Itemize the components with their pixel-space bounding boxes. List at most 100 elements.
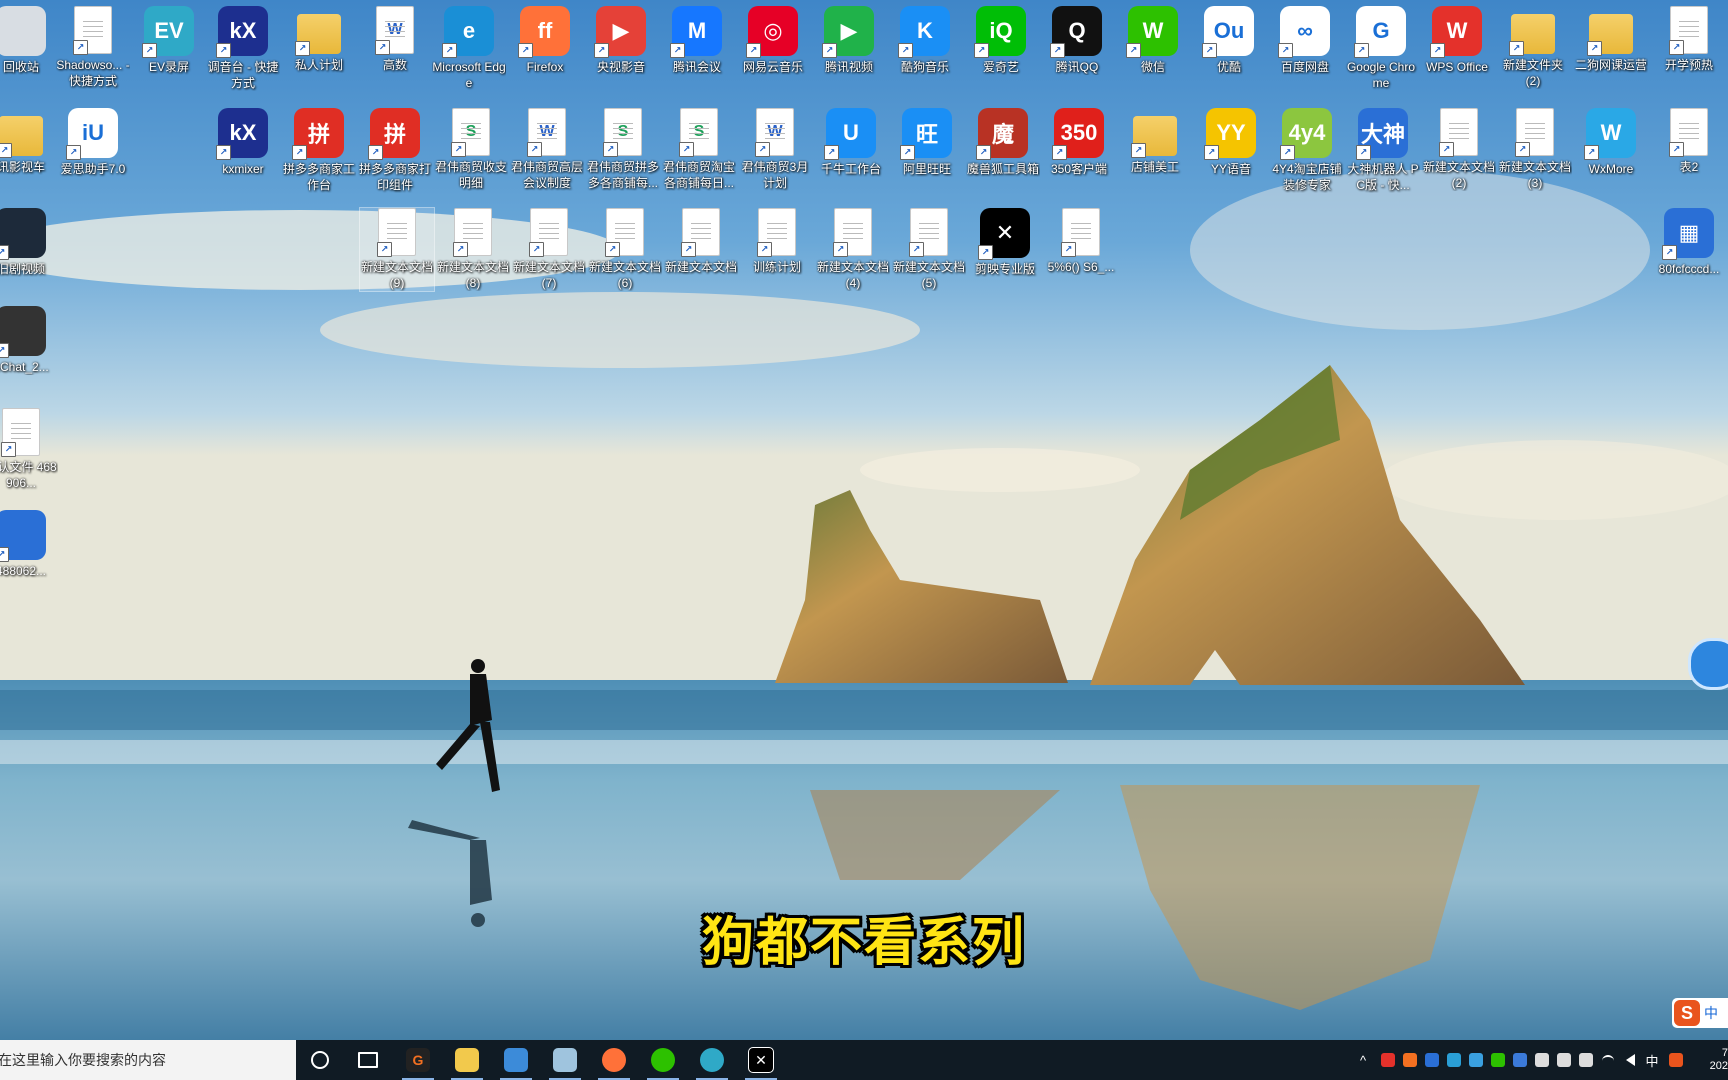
volume-icon[interactable] [1620,1040,1640,1080]
firefox-icon[interactable] [592,1040,636,1080]
qq-tray-icon-3[interactable] [1576,1040,1596,1080]
desktop-icon[interactable]: ↗ 新建文件夹 (2) [1496,6,1570,89]
g-app-icon[interactable]: G [396,1040,440,1080]
wechat-icon[interactable] [641,1040,685,1080]
desktop-icon[interactable]: 拼 ↗ 拼多多商家工作台 [282,108,356,193]
shortcut-arrow-icon: ↗ [1061,242,1076,257]
desktop-icon[interactable]: W ↗ 微信 [1116,6,1190,75]
desktop-icon[interactable]: ▦ ↗ 80fcfcccd... [1652,208,1726,277]
desktop-icon[interactable]: ↗ 旧剧视频 [0,208,58,277]
g-tray-icon[interactable] [1400,1040,1420,1080]
app-tray-icon-2[interactable] [1444,1040,1464,1080]
desktop-icon[interactable]: 4y4 ↗ 4Y4淘宝店铺装修专家 [1270,108,1344,193]
shortcut-arrow-icon: ↗ [833,242,848,257]
desktop-icon[interactable]: ↗ Shadowso... - 快捷方式 [56,6,130,89]
desktop-icon[interactable]: ↗ 488062... [0,510,58,579]
ime-mode-label[interactable]: 中 [1704,1003,1718,1023]
desktop-icon[interactable]: G ↗ Google Chrome [1344,6,1418,91]
desktop-icon[interactable]: ff ↗ Firefox [508,6,582,75]
desktop-icon[interactable]: ▶ ↗ 腾讯视频 [812,6,886,75]
taskbar-search-box[interactable]: 在这里输入你要搜索的内容 [0,1040,296,1080]
desktop-icon[interactable]: ↗ 表2 [1652,108,1726,175]
desktop-icon[interactable]: 350 ↗ 350客户端 [1042,108,1116,177]
wps-tray-icon[interactable] [1378,1040,1398,1080]
capcut-icon[interactable]: ✕ [739,1040,783,1080]
desktop-icon[interactable]: U ↗ 千牛工作台 [814,108,888,177]
qq-tray-icon-1[interactable] [1532,1040,1552,1080]
desktop-icon[interactable]: ↗ 新建文本文档 (4) [816,208,890,291]
desktop-icon-image: EV ↗ [142,6,194,58]
desktop-icon[interactable]: ↗ 开学预热 [1652,6,1726,73]
desktop-icon[interactable]: iU ↗ 爱思助手7.0 [56,108,130,177]
wechat-tray-icon[interactable] [1488,1040,1508,1080]
desktop-icon[interactable]: ✕ ↗ 剪映专业版 [968,208,1042,277]
desktop-icon[interactable]: ↗ 私人计划 [282,6,356,73]
sogou-tray-icon[interactable] [1666,1040,1686,1080]
desktop-icon[interactable]: M ↗ 腾讯会议 [660,6,734,75]
sogou-ime-floating-bar[interactable]: S 中 [1672,998,1728,1028]
desktop-icon[interactable]: W ↗ 君伟商贸高层会议制度 [510,108,584,191]
desktop-icon[interactable]: 回收站 [0,6,58,75]
desktop-icon[interactable]: W ↗ WPS Office [1420,6,1494,75]
desktop-icon[interactable]: EV ↗ EV录屏 [132,6,206,75]
desktop-icon[interactable]: Ou ↗ 优酷 [1192,6,1266,75]
desktop-icon-image: ↗ [1131,116,1177,158]
notepad-icon[interactable] [543,1040,587,1080]
desktop-icon[interactable]: ↗ 训练计划 [740,208,814,275]
photos-icon[interactable] [494,1040,538,1080]
desktop-icon[interactable]: ↗ 新建文本文档 (6) [588,208,662,291]
desktop-icon[interactable]: ↗ 新建文本文档 (7) [512,208,586,291]
desktop-icon[interactable]: ↗ 默认文件 468906... [0,408,58,491]
desktop-icon[interactable]: ◎ ↗ 网易云音乐 [736,6,810,75]
desktop-icon[interactable]: ↗ 新建文本文档 (2) [1422,108,1496,191]
desktop-icon-image: ↗ [1669,108,1708,157]
desktop-icon-image: ff ↗ [518,6,570,58]
desktop-icon[interactable]: iQ ↗ 爱奇艺 [964,6,1038,75]
cortana-icon[interactable] [298,1040,342,1080]
desktop-icon[interactable]: ↗ eChat_2... [0,306,58,375]
input-language-indicator[interactable]: 中 [1642,1040,1662,1080]
desktop-icon-image: ▶ ↗ [822,6,874,58]
desktop-icon[interactable]: kX ↗ kxmixer [206,108,280,177]
desktop-icon[interactable]: ↗ 新建文本文档 (9) [359,207,435,292]
ev-recorder-icon[interactable] [690,1040,734,1080]
desktop-icon[interactable]: e ↗ Microsoft Edge [432,6,506,91]
desktop-icon[interactable]: S ↗ 君伟商贸淘宝各商铺每日... [662,108,736,191]
app-tray-icon-1[interactable] [1422,1040,1442,1080]
desktop-icon[interactable]: Q ↗ 腾讯QQ [1040,6,1114,75]
tray-overflow-chevron[interactable]: ^ [1352,1040,1374,1080]
desktop-icon[interactable]: K ↗ 酷狗音乐 [888,6,962,75]
desktop-icon[interactable]: S ↗ 君伟商贸收支明细 [434,108,508,191]
desktop-icon[interactable]: ↗ 二狗网课运营 [1574,6,1648,73]
desktop-icon[interactable]: ∞ ↗ 百度网盘 [1268,6,1342,75]
qq-tray-icon-2[interactable] [1554,1040,1574,1080]
desktop-icon-image: ↗ [1509,14,1555,56]
task-view-icon[interactable] [346,1040,390,1080]
file-explorer-icon[interactable] [445,1040,489,1080]
desktop-icon-image: 拼 ↗ [368,108,420,160]
desktop-icon[interactable]: W ↗ WxMore [1574,108,1648,177]
desktop-icon[interactable]: 魔 ↗ 魔兽狐工具箱 [966,108,1040,177]
desktop-icon-image: ↗ [1061,208,1100,257]
desktop-icon[interactable]: ↗ 新建文本文档 (3) [1498,108,1572,191]
desktop-icon[interactable]: YY ↗ YY语音 [1194,108,1268,177]
desktop-icon[interactable]: W ↗ 高数 [358,6,432,73]
desktop-icon[interactable]: ↗ 新建文本文档 [664,208,738,275]
network-icon[interactable] [1598,1040,1618,1080]
desktop-icon[interactable]: 拼 ↗ 拼多多商家打印组件 [358,108,432,193]
desktop-icon[interactable]: ↗ 新建文本文档 (5) [892,208,966,291]
desktop-icon[interactable]: ▶ ↗ 央视影音 [584,6,658,75]
desktop-icon[interactable]: ↗ 5%6() S6_... [1044,208,1118,275]
floating-assistant-ball[interactable] [1688,638,1728,690]
clock[interactable]: 7 202 [1690,1040,1728,1080]
desktop-icon[interactable]: ↗ 店铺美工 [1118,108,1192,175]
security-tray-icon[interactable] [1510,1040,1530,1080]
desktop-icon[interactable]: kX ↗ 调音台 - 快捷方式 [206,6,280,91]
desktop-icon[interactable]: S ↗ 君伟商贸拼多多各商铺每... [586,108,660,191]
desktop-icon[interactable]: ↗ 讯影视车 [0,108,58,175]
desktop-icon[interactable]: ↗ 新建文本文档 (8) [436,208,510,291]
app-tray-icon-3[interactable] [1466,1040,1486,1080]
desktop-icon[interactable]: 旺 ↗ 阿里旺旺 [890,108,964,177]
desktop-icon[interactable]: W ↗ 君伟商贸3月计划 [738,108,812,191]
desktop-icon[interactable]: 大神 ↗ 大神机器人 PC版 - 快... [1346,108,1420,193]
